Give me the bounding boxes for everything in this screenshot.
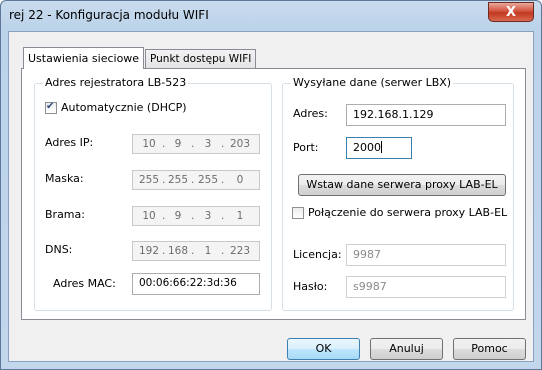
window-title: rej 22 - Konfiguracja modułu WIFI [9,8,209,22]
ok-button[interactable]: OK [287,338,360,360]
ip-octet-1: 10 [142,138,156,150]
dns-octet-4: 223 [229,245,251,257]
port-label: Port: [293,141,319,154]
mask-octet-4: 0 [236,174,244,186]
gateway-dot: . [162,210,166,222]
dns-dot: . [191,245,195,257]
server-group-title: Wysyłane dane (serwer LBX) [291,76,454,89]
gateway-octet-3: 3 [204,210,212,222]
password-label: Hasło: [293,280,328,293]
port-input[interactable]: 2000 [346,137,412,159]
tab-panel: Adres rejestratora LB-523 Automatycznie … [21,68,526,320]
recorder-group-title: Adres rejestratora LB-523 [43,76,189,89]
mask-dot: . [162,174,166,186]
gateway-dot: . [191,210,195,222]
dns-label: DNS: [45,243,73,256]
gateway-octet-4: 1 [236,210,244,222]
gateway-field: 10 . 9 . 3 . 1 [132,206,260,226]
cancel-button[interactable]: Anuluj [370,338,443,360]
dialog-window: rej 22 - Konfiguracja modułu WIFI X Usta… [0,0,542,370]
ip-label: Adres IP: [45,136,94,149]
dns-octet-2: 168 [167,245,189,257]
mac-label: Adres MAC: [53,277,116,290]
mask-field: 255 . 255 . 255 . 0 [132,170,260,190]
gateway-dot: . [221,210,225,222]
proxy-connection-checkbox[interactable] [292,207,304,219]
dns-octet-1: 192 [138,245,160,257]
help-button[interactable]: Pomoc [453,338,526,360]
ip-octet-3: 3 [204,138,212,150]
mask-label: Maska: [45,172,84,185]
ip-address-field: 10 . 9 . 3 . 203 [132,134,260,154]
insert-proxy-data-button[interactable]: Wstaw dane serwera proxy LAB-EL [298,174,506,196]
password-input[interactable]: s9987 [346,276,506,298]
port-value: 2000 [353,141,381,154]
license-input[interactable]: 9987 [346,244,506,266]
dns-octet-3: 1 [204,245,212,257]
proxy-connection-label[interactable]: Połączenie do serwera proxy LAB-EL [308,206,507,219]
mask-octet-1: 255 [138,174,160,186]
mask-octet-2: 255 [167,174,189,186]
gateway-octet-2: 9 [174,210,182,222]
ip-octet-2: 9 [174,138,182,150]
license-label: Licencja: [293,248,342,261]
server-data-group: Wysyłane dane (serwer LBX) Adres: 192.16… [282,76,514,311]
server-address-input[interactable]: 192.168.1.129 [346,104,506,126]
ip-octet-4: 203 [229,138,251,150]
mac-address-field[interactable]: 00:06:66:22:3d:36 [132,273,260,295]
mask-dot: . [221,174,225,186]
recorder-address-group: Adres rejestratora LB-523 Automatycznie … [34,76,272,311]
title-bar[interactable]: rej 22 - Konfiguracja modułu WIFI X [1,1,541,31]
gateway-octet-1: 10 [142,210,156,222]
dhcp-label[interactable]: Automatycznie (DHCP) [61,101,187,114]
ip-dot: . [162,138,166,150]
ip-dot: . [191,138,195,150]
close-button[interactable]: X [488,2,534,22]
dns-field: 192 . 168 . 1 . 223 [132,241,260,261]
mask-octet-3: 255 [197,174,219,186]
server-address-label: Adres: [293,107,328,120]
dns-dot: . [221,245,225,257]
gateway-label: Brama: [45,208,85,221]
mask-dot: . [191,174,195,186]
text-caret [381,141,382,153]
tab-wifi-access-point[interactable]: Punkt dostępu WIFI [145,49,257,69]
dns-dot: . [162,245,166,257]
dhcp-checkbox[interactable] [45,101,57,114]
dialog-client-area: Ustawienia sieciowe Punkt dostępu WIFI A… [8,31,534,362]
tab-network-settings[interactable]: Ustawienia sieciowe [23,47,145,69]
ip-dot: . [221,138,225,150]
